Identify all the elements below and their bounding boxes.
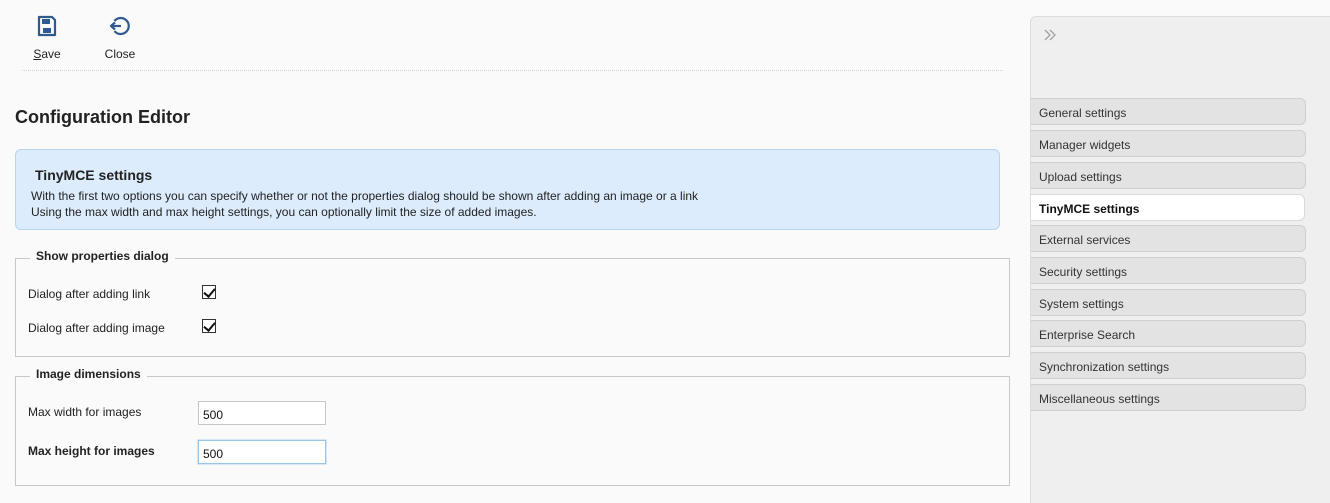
sidebar-item-tinymce-settings[interactable]: TinyMCE settings: [1031, 194, 1305, 221]
sidebar-item-miscellaneous-settings[interactable]: Miscellaneous settings: [1031, 384, 1306, 411]
max-height-label: Max height for images: [28, 444, 155, 458]
page-title: Configuration Editor: [15, 107, 190, 127]
save-icon: [37, 15, 57, 37]
max-width-label: Max width for images: [28, 405, 142, 419]
settings-sidebar: General settings Manager widgets Upload …: [1030, 16, 1330, 503]
image-dimensions-group: Image dimensions Max width for images Ma…: [15, 367, 1010, 486]
sidebar-item-general-settings[interactable]: General settings: [1031, 98, 1306, 125]
info-panel: TinyMCE settings With the first two opti…: [15, 149, 1000, 230]
sidebar-item-system-settings[interactable]: System settings: [1031, 289, 1306, 316]
close-icon: [109, 16, 130, 36]
info-title: TinyMCE settings: [35, 167, 153, 183]
dialog-after-link-label: Dialog after adding link: [28, 287, 151, 301]
info-text-line-1: With the first two options you can speci…: [31, 189, 699, 203]
close-label: Close: [104, 47, 136, 61]
sidebar-item-security-settings[interactable]: Security settings: [1031, 257, 1306, 284]
max-height-input[interactable]: [198, 440, 326, 464]
show-properties-dialog-legend: Show properties dialog: [30, 249, 175, 263]
save-label: Save: [33, 47, 61, 61]
sidebar-item-enterprise-search[interactable]: Enterprise Search: [1031, 320, 1306, 347]
sidebar-item-manager-widgets[interactable]: Manager widgets: [1031, 130, 1306, 157]
sidebar-item-upload-settings[interactable]: Upload settings: [1031, 162, 1306, 189]
image-dimensions-legend: Image dimensions: [30, 367, 147, 381]
sidebar-item-external-services[interactable]: External services: [1031, 225, 1306, 252]
close-button[interactable]: Close: [90, 14, 150, 64]
sidebar-item-synchronization-settings[interactable]: Synchronization settings: [1031, 352, 1306, 379]
double-chevron-right-icon[interactable]: [1042, 27, 1058, 43]
dialog-after-link-checkbox[interactable]: [202, 285, 216, 299]
dialog-after-image-label: Dialog after adding image: [28, 321, 165, 335]
save-button[interactable]: Save: [17, 14, 77, 64]
dialog-after-image-checkbox[interactable]: [202, 319, 216, 333]
toolbar: Save Close: [22, 0, 1003, 71]
info-text-line-2: Using the max width and max height setti…: [31, 205, 537, 219]
max-width-input[interactable]: [198, 401, 326, 425]
show-properties-dialog-group: Show properties dialog Dialog after addi…: [15, 249, 1010, 357]
